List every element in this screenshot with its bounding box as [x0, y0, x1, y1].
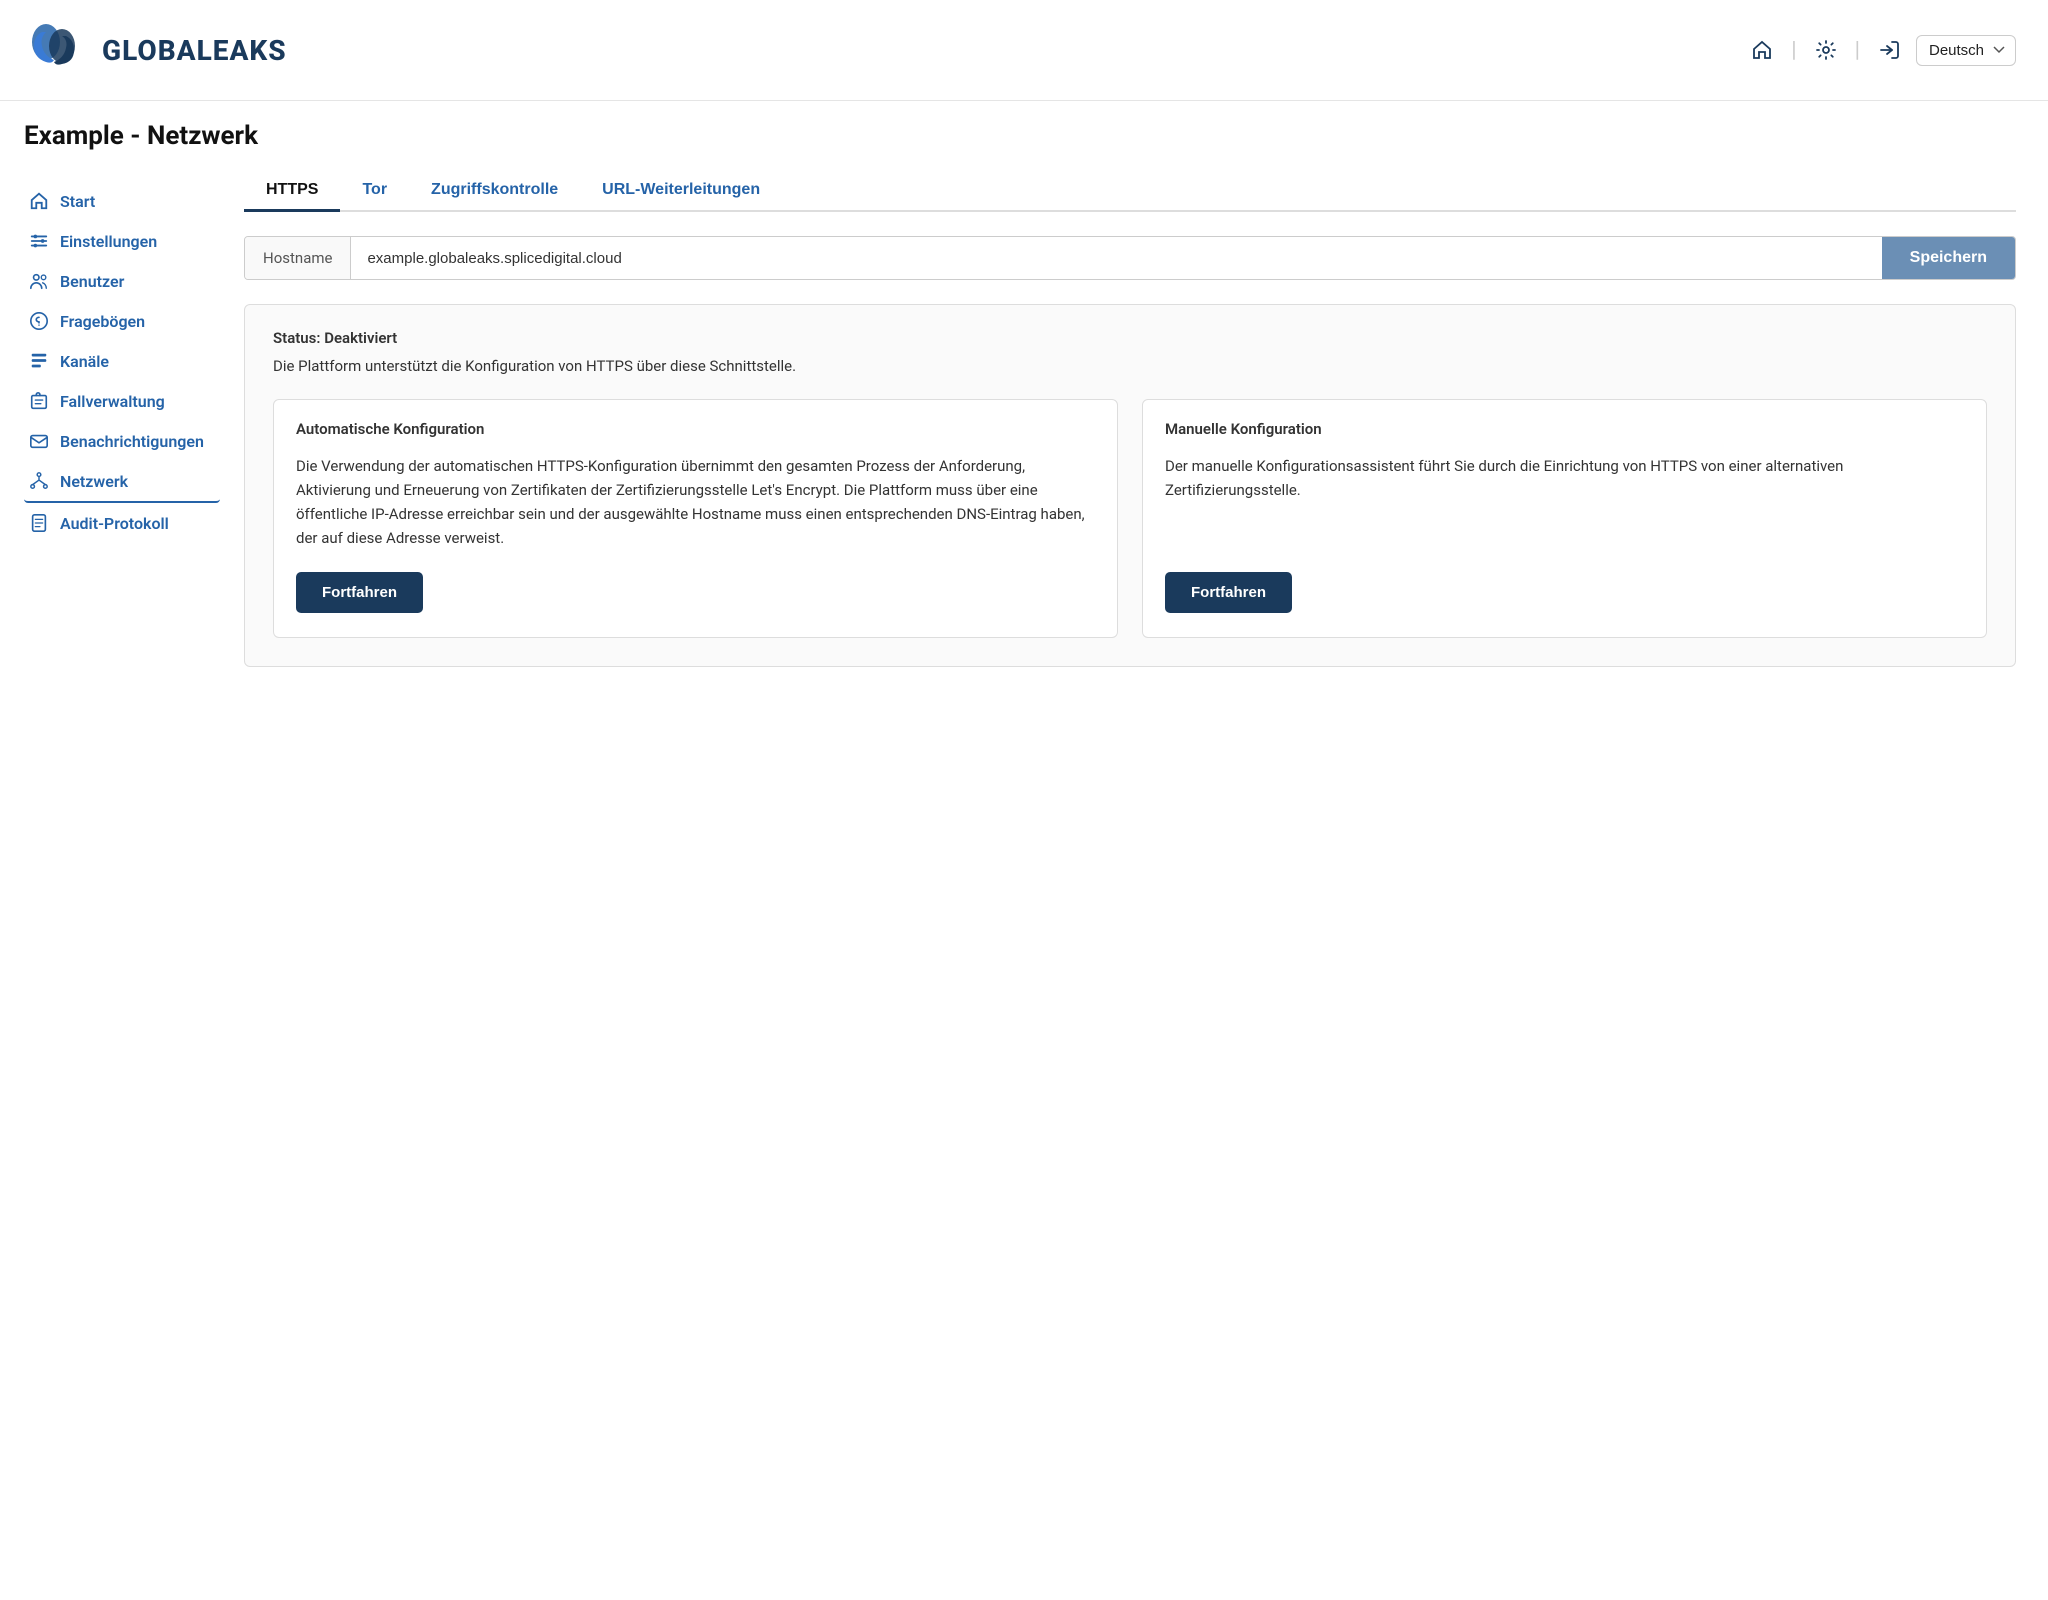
- kanäle-icon: [28, 350, 50, 372]
- language-select[interactable]: Deutsch English Français Español: [1916, 35, 2016, 66]
- logout-icon: [1878, 39, 1900, 61]
- card-manuell-body: Der manuelle Konfigurationsassistent füh…: [1165, 454, 1964, 550]
- sidebar-label-netzwerk: Netzwerk: [60, 472, 128, 491]
- separator-1: |: [1791, 38, 1796, 63]
- globaleaks-logo-icon: [24, 18, 88, 82]
- sidebar-label-kanäle: Kanäle: [60, 352, 109, 371]
- page-title-area: Example - Netzwerk: [0, 101, 2048, 161]
- card-automatisch: Automatische Konfiguration Die Verwendun…: [273, 399, 1118, 638]
- sidebar-item-fragebögen[interactable]: Fragebögen: [24, 301, 220, 341]
- sidebar-item-einstellungen[interactable]: Einstellungen: [24, 221, 220, 261]
- sidebar-item-benutzer[interactable]: Benutzer: [24, 261, 220, 301]
- audit-protokoll-icon: [28, 512, 50, 534]
- card-manuell: Manuelle Konfiguration Der manuelle Konf…: [1142, 399, 1987, 638]
- logo-area: GLOBALEAKS: [24, 18, 287, 82]
- sidebar: Start Einstellungen: [0, 171, 220, 707]
- settings-icon: [1815, 39, 1837, 61]
- sidebar-label-fallverwaltung: Fallverwaltung: [60, 392, 165, 411]
- sidebar-label-benutzer: Benutzer: [60, 272, 124, 291]
- einstellungen-icon: [28, 230, 50, 252]
- hostname-input[interactable]: [351, 237, 1881, 279]
- header: GLOBALEAKS | | Deutsch English França: [0, 0, 2048, 101]
- sidebar-label-audit-protokoll: Audit-Protokoll: [60, 514, 169, 533]
- tab-https[interactable]: HTTPS: [244, 171, 340, 212]
- tabs: HTTPS Tor Zugriffskontrolle URL-Weiterle…: [244, 171, 2016, 212]
- page-title: Example - Netzwerk: [24, 121, 2016, 151]
- sidebar-label-fragebögen: Fragebögen: [60, 312, 145, 331]
- fragebögen-icon: [28, 310, 50, 332]
- content-area: HTTPS Tor Zugriffskontrolle URL-Weiterle…: [220, 171, 2048, 707]
- sidebar-label-benachrichtigungen: Benachrichtigungen: [60, 432, 204, 451]
- sidebar-item-audit-protokoll[interactable]: Audit-Protokoll: [24, 503, 220, 543]
- status-description: Die Plattform unterstützt die Konfigurat…: [273, 357, 1987, 375]
- card-automatisch-body: Die Verwendung der automatischen HTTPS-K…: [296, 454, 1095, 550]
- sidebar-item-fallverwaltung[interactable]: Fallverwaltung: [24, 381, 220, 421]
- separator-2: |: [1855, 38, 1860, 63]
- benachrichtigungen-icon: [28, 430, 50, 452]
- sidebar-item-kanäle[interactable]: Kanäle: [24, 341, 220, 381]
- tab-url-weiterleitungen[interactable]: URL-Weiterleitungen: [580, 171, 782, 212]
- header-right: | | Deutsch English Français Español: [1745, 35, 2016, 66]
- home-button[interactable]: [1745, 35, 1779, 65]
- card-manuell-button[interactable]: Fortfahren: [1165, 572, 1292, 613]
- tab-tor[interactable]: Tor: [340, 171, 409, 212]
- netzwerk-icon: [28, 470, 50, 492]
- save-button[interactable]: Speichern: [1882, 237, 2015, 279]
- card-automatisch-title: Automatische Konfiguration: [296, 420, 1095, 438]
- hostname-row: Hostname Speichern: [244, 236, 2016, 280]
- sidebar-item-benachrichtigungen[interactable]: Benachrichtigungen: [24, 421, 220, 461]
- sidebar-item-netzwerk[interactable]: Netzwerk: [24, 461, 220, 503]
- logout-button[interactable]: [1872, 35, 1906, 65]
- tab-zugriffskontrolle[interactable]: Zugriffskontrolle: [409, 171, 580, 212]
- status-box: Status: Deaktiviert Die Plattform unters…: [244, 304, 2016, 667]
- card-automatisch-button[interactable]: Fortfahren: [296, 572, 423, 613]
- cards-row: Automatische Konfiguration Die Verwendun…: [273, 399, 1987, 638]
- settings-button[interactable]: [1809, 35, 1843, 65]
- benutzer-icon: [28, 270, 50, 292]
- fallverwaltung-icon: [28, 390, 50, 412]
- logo-text: GLOBALEAKS: [102, 34, 287, 67]
- sidebar-item-start[interactable]: Start: [24, 181, 220, 221]
- hostname-label: Hostname: [245, 237, 351, 279]
- card-manuell-title: Manuelle Konfiguration: [1165, 420, 1964, 438]
- sidebar-label-einstellungen: Einstellungen: [60, 232, 157, 251]
- main-layout: Start Einstellungen: [0, 161, 2048, 707]
- status-label: Status: Deaktiviert: [273, 329, 1987, 347]
- home-sidebar-icon: [28, 190, 50, 212]
- sidebar-label-start: Start: [60, 192, 95, 211]
- home-icon: [1751, 39, 1773, 61]
